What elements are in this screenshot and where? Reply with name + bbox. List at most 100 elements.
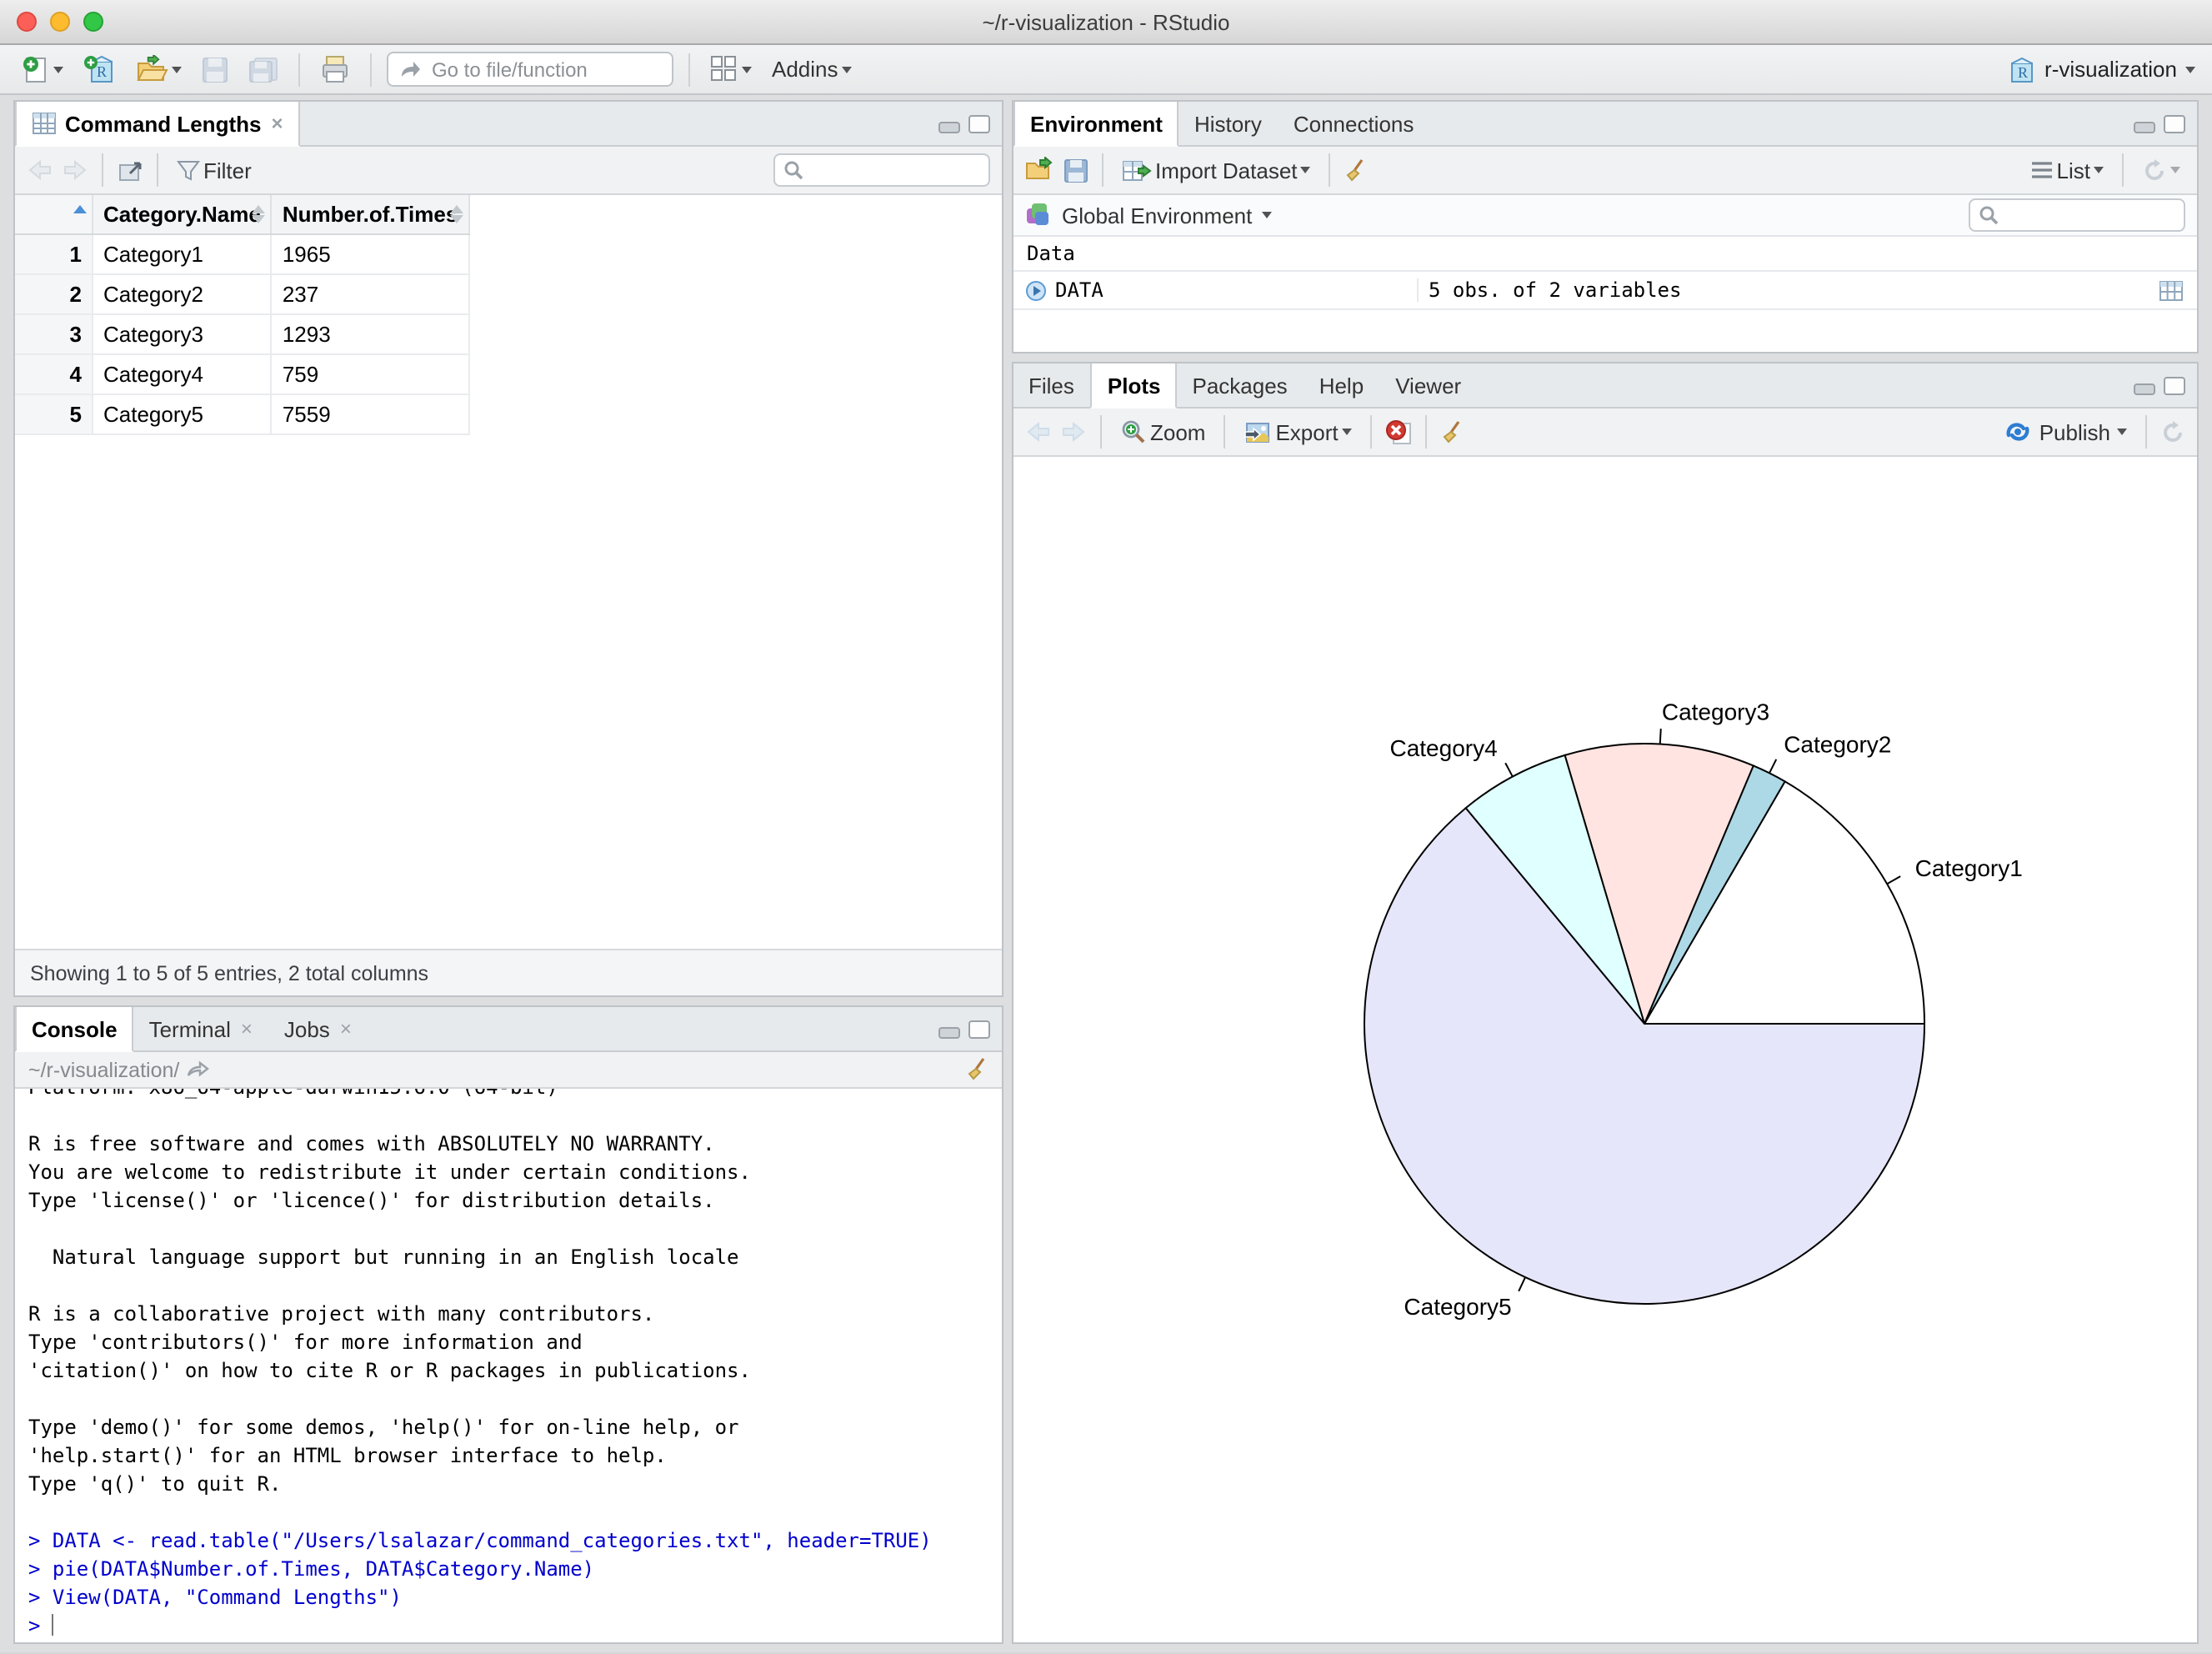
pane-layout-button[interactable]: [705, 52, 757, 87]
console-line: Platform: x86_64-apple-darwin15.6.0 (64-…: [28, 1089, 1002, 1102]
cell-times: 1293: [271, 314, 470, 355]
new-file-button[interactable]: [17, 51, 68, 88]
maximize-pane-icon[interactable]: [2164, 376, 2185, 394]
tab-jobs[interactable]: Jobs ×: [269, 1007, 368, 1050]
export-caret-icon: [1341, 429, 1352, 435]
console-line: 'citation()' on how to cite R or R packa…: [28, 1359, 751, 1382]
save-all-button[interactable]: [243, 53, 283, 86]
column-header-category-name[interactable]: Category.Name: [93, 195, 273, 235]
tab-packages[interactable]: Packages: [1178, 363, 1304, 407]
open-file-caret-icon: [172, 66, 182, 73]
search-icon: [783, 160, 803, 180]
table-row[interactable]: 5 Category5 7559: [15, 394, 470, 435]
toolbar-separator: [102, 153, 103, 187]
row-number-header[interactable]: [15, 195, 93, 235]
toolbar-separator: [1329, 153, 1331, 187]
new-project-icon: R: [83, 54, 115, 84]
zoom-magnifier-icon: [1120, 419, 1147, 445]
maximize-pane-icon[interactable]: [968, 114, 990, 133]
project-cube-icon: R: [2006, 54, 2036, 84]
previous-plot-icon[interactable]: [1025, 420, 1052, 444]
maximize-pane-icon[interactable]: [968, 1020, 990, 1038]
table-row[interactable]: 4 Category4 759: [15, 354, 470, 395]
tab-files[interactable]: Files: [1013, 363, 1091, 407]
sort-up-icon: [252, 205, 266, 213]
svg-text:R: R: [2017, 63, 2027, 80]
tab-command-lengths[interactable]: Command Lengths ×: [15, 102, 300, 147]
goto-file-search[interactable]: [387, 52, 673, 87]
tab-environment[interactable]: Environment: [1013, 102, 1179, 147]
table-search-input[interactable]: [773, 153, 990, 187]
expand-object-icon[interactable]: [1025, 279, 1047, 301]
tab-history[interactable]: History: [1179, 102, 1279, 145]
minimize-pane-icon[interactable]: [2134, 121, 2155, 133]
maximize-pane-icon[interactable]: [2164, 114, 2185, 133]
environment-object-row[interactable]: DATA 5 obs. of 2 variables: [1013, 272, 2197, 310]
filter-button[interactable]: Filter: [172, 154, 257, 186]
title-bar: ~/r-visualization - RStudio: [0, 0, 2212, 45]
addins-button[interactable]: Addins: [767, 53, 857, 85]
tab-plots[interactable]: Plots: [1090, 363, 1178, 408]
environment-scope-caret-icon[interactable]: [1262, 212, 1273, 218]
tab-viewer[interactable]: Viewer: [1380, 363, 1478, 407]
close-icon[interactable]: ×: [271, 112, 283, 135]
minimize-pane-icon[interactable]: [2134, 383, 2155, 394]
console-line: Type 'q()' to quit R.: [28, 1472, 282, 1496]
export-plot-button[interactable]: Export: [1239, 416, 1356, 448]
environment-search-input[interactable]: [1969, 198, 2185, 232]
tab-console[interactable]: Console: [15, 1007, 134, 1052]
minimize-pane-icon[interactable]: [938, 121, 960, 133]
open-folder-icon: [135, 54, 168, 84]
open-file-button[interactable]: [130, 51, 187, 88]
zoom-plot-button[interactable]: Zoom: [1115, 415, 1210, 449]
toolbar-separator: [1369, 415, 1372, 449]
table-row[interactable]: 3 Category3 1293: [15, 314, 470, 355]
refresh-environment-button[interactable]: [2137, 154, 2185, 186]
view-table-icon[interactable]: [2159, 279, 2197, 301]
import-dataset-button[interactable]: Import Dataset: [1117, 154, 1316, 186]
popout-window-icon[interactable]: [117, 158, 143, 183]
filter-label: Filter: [203, 158, 252, 183]
import-dataset-icon: [1122, 158, 1152, 183]
console-line: Type 'contributors()' for more informati…: [28, 1331, 583, 1354]
save-button[interactable]: [197, 53, 233, 86]
new-project-button[interactable]: R: [78, 51, 120, 88]
minimize-pane-icon[interactable]: [938, 1026, 960, 1038]
pie-chart: Category1 Category2 Category3 Category4 Cate…: [1364, 699, 2023, 1320]
tab-help[interactable]: Help: [1304, 363, 1381, 407]
table-row[interactable]: 1 Category1 1965: [15, 234, 470, 275]
toolbar-separator: [1224, 415, 1226, 449]
cell-category: Category5: [93, 394, 273, 435]
load-workspace-icon[interactable]: [1025, 157, 1055, 183]
console-pane: Console Terminal × Jobs × ~/r-visualizat…: [13, 1005, 1003, 1644]
goto-file-input[interactable]: [428, 56, 635, 83]
toolbar-separator: [157, 153, 158, 187]
clear-console-broom-icon[interactable]: [965, 1057, 988, 1082]
nav-forward-icon[interactable]: [62, 158, 88, 182]
environment-scope-label[interactable]: Global Environment: [1062, 203, 1252, 228]
nav-back-icon[interactable]: [27, 158, 53, 182]
publish-button[interactable]: Publish: [1999, 416, 2132, 448]
close-icon[interactable]: ×: [241, 1017, 253, 1040]
column-header-number-of-times[interactable]: Number.of.Times: [271, 195, 470, 235]
remove-plot-icon[interactable]: [1385, 419, 1412, 445]
refresh-plot-icon[interactable]: [2160, 419, 2185, 444]
pane-grid-icon: [710, 55, 738, 83]
close-icon[interactable]: ×: [340, 1017, 352, 1040]
print-button[interactable]: [315, 52, 355, 87]
next-plot-icon[interactable]: [1060, 420, 1087, 444]
console-output[interactable]: Platform: x86_64-apple-darwin15.6.0 (64-…: [15, 1089, 1002, 1642]
clear-environment-broom-icon[interactable]: [1344, 158, 1368, 183]
cell-category: Category2: [93, 274, 273, 315]
clear-plots-broom-icon[interactable]: [1440, 419, 1464, 444]
project-menu-button[interactable]: R r-visualization: [2006, 54, 2195, 84]
list-view-button[interactable]: List: [2025, 154, 2109, 186]
goto-directory-icon[interactable]: [186, 1060, 209, 1079]
table-row[interactable]: 2 Category2 237: [15, 274, 470, 315]
save-workspace-icon[interactable]: [1063, 158, 1088, 183]
row-number: 4: [15, 354, 93, 395]
tab-connections[interactable]: Connections: [1279, 102, 1431, 145]
tab-terminal[interactable]: Terminal ×: [134, 1007, 269, 1050]
